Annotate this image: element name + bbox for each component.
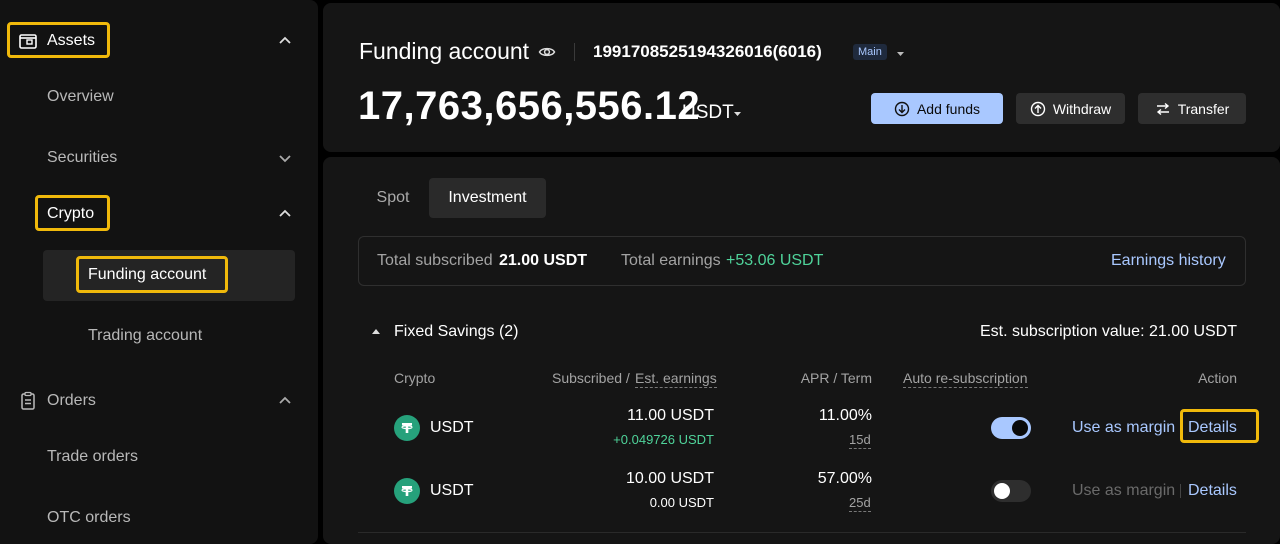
page-title: Funding account xyxy=(359,38,530,64)
chevron-up-icon[interactable] xyxy=(277,393,293,409)
sidebar: Assets Overview Securities Crypto Fundin… xyxy=(0,0,318,544)
use-as-margin-link: Use as margin xyxy=(1072,482,1176,499)
col-auto-resubscription[interactable]: Auto re-subscription xyxy=(903,370,1028,388)
sidebar-label-assets: Assets xyxy=(47,32,96,49)
transfer-label: Transfer xyxy=(1177,100,1230,117)
subscribed-amount: 10.00 USDT xyxy=(625,470,714,487)
toggle-knob xyxy=(1012,420,1028,436)
add-funds-label: Add funds xyxy=(916,100,981,117)
chevron-up-icon[interactable] xyxy=(277,33,293,49)
action-divider xyxy=(1180,484,1181,498)
total-subscribed-label: Total subscribed xyxy=(377,252,493,269)
wallet-icon xyxy=(18,31,38,51)
total-earnings-label: Total earnings xyxy=(621,252,721,269)
collapse-caret-icon[interactable] xyxy=(371,327,381,335)
account-id: 19917085251943260​16(6016) xyxy=(593,42,822,61)
sidebar-label-funding-account: Funding account xyxy=(88,266,207,283)
tether-icon xyxy=(394,415,420,441)
tab-investment[interactable]: Investment xyxy=(429,178,546,218)
chevron-up-icon[interactable] xyxy=(277,206,293,222)
sidebar-label-otc-orders: OTC orders xyxy=(47,509,131,526)
toggle-knob xyxy=(994,483,1010,499)
coin-name: USDT xyxy=(430,482,474,499)
sidebar-item-securities[interactable]: Securities xyxy=(0,138,318,178)
tab-investment-label: Investment xyxy=(448,189,527,206)
details-link[interactable]: Details xyxy=(1188,419,1237,437)
sidebar-item-otc-orders[interactable]: OTC orders xyxy=(0,498,318,538)
apr-value: 11.00% xyxy=(818,407,872,424)
sidebar-item-orders[interactable]: Orders xyxy=(0,381,318,421)
sidebar-label-trade-orders: Trade orders xyxy=(47,448,138,465)
sidebar-label-trading-account: Trading account xyxy=(88,327,203,344)
total-earnings-value: +53.06 USDT xyxy=(726,252,824,269)
col-crypto: Crypto xyxy=(394,370,436,386)
subscribed-amount: 11.00 USDT xyxy=(627,407,714,424)
col-est-earnings[interactable]: Est. earnings xyxy=(635,370,717,388)
title-divider xyxy=(574,43,575,61)
col-action: Action xyxy=(1198,370,1237,386)
row-divider xyxy=(358,532,1246,533)
balance-currency[interactable]: USDT xyxy=(682,102,734,124)
transfer-icon xyxy=(1156,102,1169,115)
coin-name: USDT xyxy=(430,419,474,436)
total-subscribed-value: 21.00 USDT xyxy=(499,252,588,269)
sidebar-item-crypto[interactable]: Crypto xyxy=(0,194,318,234)
auto-resubscription-toggle[interactable] xyxy=(991,480,1031,502)
auto-resubscription-toggle[interactable] xyxy=(991,417,1031,439)
sidebar-item-trading-account[interactable]: Trading account xyxy=(0,316,318,356)
chevron-down-icon[interactable] xyxy=(277,150,293,166)
est-earnings-amount: 0.00 USDT xyxy=(649,495,714,510)
col-apr-term: APR / Term xyxy=(800,370,872,386)
withdraw-icon xyxy=(1030,101,1046,116)
withdraw-button[interactable]: Withdraw xyxy=(1016,93,1125,124)
eye-icon[interactable] xyxy=(538,43,556,66)
est-subscription-value: Est. subscription value: 21.00 USDT xyxy=(979,323,1237,340)
est-earnings-amount: +0.049726 USDT xyxy=(613,432,714,447)
transfer-button[interactable]: Transfer xyxy=(1138,93,1246,124)
sidebar-label-crypto: Crypto xyxy=(47,205,95,222)
sidebar-item-funding-account[interactable]: Funding account xyxy=(0,255,318,295)
sidebar-label-overview: Overview xyxy=(47,88,114,105)
account-tag-main: Main xyxy=(853,44,887,60)
tab-spot[interactable]: Spot xyxy=(358,178,428,218)
sidebar-label-securities: Securities xyxy=(47,149,118,166)
section-title[interactable]: Fixed Savings (2) xyxy=(394,323,519,341)
term-value[interactable]: 25d xyxy=(849,495,871,512)
col-subscribed: Subscribed / xyxy=(552,370,630,386)
use-as-margin-link[interactable]: Use as margin xyxy=(1072,419,1175,437)
tab-spot-label: Spot xyxy=(376,189,410,206)
withdraw-label: Withdraw xyxy=(1052,100,1112,117)
sidebar-item-trade-orders[interactable]: Trade orders xyxy=(0,437,318,477)
clipboard-icon xyxy=(18,391,38,411)
sidebar-item-assets[interactable]: Assets xyxy=(0,21,318,61)
sidebar-item-overview[interactable]: Overview xyxy=(0,77,318,117)
caret-down-icon[interactable] xyxy=(895,50,906,58)
add-funds-button[interactable]: Add funds xyxy=(871,93,1003,124)
apr-value: 57.00% xyxy=(817,470,872,487)
tether-icon xyxy=(394,478,420,504)
account-header-card xyxy=(323,3,1280,152)
details-link[interactable]: Details xyxy=(1188,482,1237,500)
sidebar-label-orders: Orders xyxy=(47,392,96,409)
deposit-icon xyxy=(894,101,910,116)
caret-down-icon[interactable] xyxy=(732,110,743,118)
balance-amount: 17,763,656,556.12 xyxy=(358,84,701,128)
term-value[interactable]: 15d xyxy=(849,432,871,449)
earnings-history-link[interactable]: Earnings history xyxy=(1111,252,1226,270)
